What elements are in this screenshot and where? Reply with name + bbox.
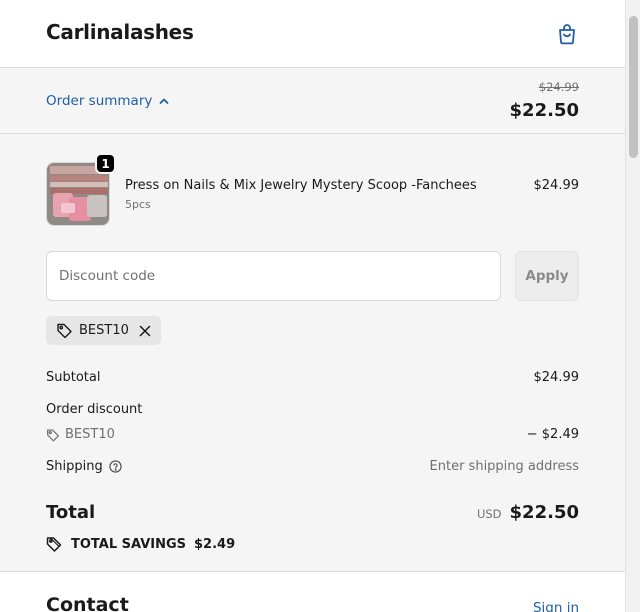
applied-discount-chip: BEST10 xyxy=(46,316,161,345)
product-name: Press on Nails & Mix Jewelry Mystery Sco… xyxy=(125,178,477,193)
shipping-label: Shipping xyxy=(46,459,103,474)
store-name[interactable]: Carlinalashes xyxy=(46,20,194,44)
scrollbar[interactable] xyxy=(625,0,640,612)
checkout-page: Carlinalashes Order summary $24.99 $22.5… xyxy=(0,0,625,612)
sign-in-link[interactable]: Sign in xyxy=(533,600,579,612)
discount-code-label: BEST10 xyxy=(65,427,115,442)
scrollbar-thumb[interactable] xyxy=(629,16,638,158)
product-price: $24.99 xyxy=(533,178,580,193)
header: Carlinalashes xyxy=(0,0,625,68)
product-line-item: 1 Press on Nails & Mix Jewelry Mystery S… xyxy=(46,153,580,226)
chevron-up-icon xyxy=(159,98,169,104)
tag-icon xyxy=(47,428,59,441)
remove-discount-icon[interactable] xyxy=(139,325,151,337)
total-savings: TOTAL SAVINGS $2.49 xyxy=(46,536,235,553)
order-summary-panel: 1 Press on Nails & Mix Jewelry Mystery S… xyxy=(0,134,625,571)
original-price: $24.99 xyxy=(538,80,579,94)
discount-value: − $2.49 xyxy=(526,427,579,442)
savings-tag-icon xyxy=(46,537,62,552)
quantity-badge: 1 xyxy=(95,153,116,174)
tag-icon xyxy=(57,323,72,339)
shopping-bag-icon[interactable] xyxy=(555,22,579,46)
order-summary-label: Order summary xyxy=(46,93,153,109)
subtotal-row: Subtotal $24.99 xyxy=(46,370,579,385)
contact-section: Contact Sign in xyxy=(0,571,625,612)
discount-code-input[interactable] xyxy=(46,251,501,301)
order-discount-label: Order discount xyxy=(46,402,143,417)
current-price: $22.50 xyxy=(509,100,579,121)
total-amount: USD $22.50 xyxy=(477,502,579,523)
order-summary-bar: Order summary $24.99 $22.50 xyxy=(0,68,625,134)
total-label: Total xyxy=(46,502,96,523)
apply-discount-button[interactable]: Apply xyxy=(515,251,579,301)
total-value: $22.50 xyxy=(509,502,579,523)
order-summary-toggle[interactable]: Order summary xyxy=(46,93,170,109)
applied-discount-code: BEST10 xyxy=(79,323,129,338)
savings-value: $2.49 xyxy=(194,537,236,552)
product-variant: 5pcs xyxy=(125,198,151,211)
subtotal-label: Subtotal xyxy=(46,370,101,385)
shipping-value: Enter shipping address xyxy=(429,459,579,474)
discount-detail-row: BEST10 − $2.49 xyxy=(46,427,579,442)
help-circle-icon[interactable] xyxy=(109,460,122,473)
contact-title: Contact xyxy=(46,594,129,612)
order-discount-row: Order discount xyxy=(46,402,579,417)
shipping-row: Shipping Enter shipping address xyxy=(46,459,579,474)
savings-label: TOTAL SAVINGS xyxy=(71,537,187,552)
currency-code: USD xyxy=(476,507,502,521)
subtotal-value: $24.99 xyxy=(533,370,580,385)
